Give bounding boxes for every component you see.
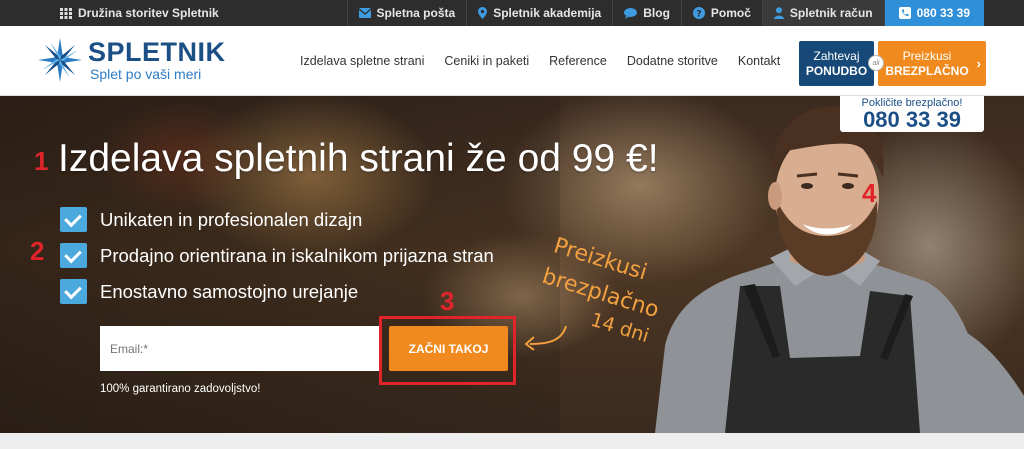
email-input[interactable] — [100, 326, 382, 371]
webmail-link[interactable]: Spletna pošta — [346, 0, 467, 26]
grid-icon — [60, 7, 72, 19]
svg-text:?: ? — [696, 10, 701, 20]
user-icon — [773, 7, 784, 19]
annotation-marker: 2 — [30, 236, 45, 266]
feature-text: Enostavno samostojno urejanje — [100, 280, 359, 302]
free-trial-button[interactable]: Preizkusi BREZPLAČNO › — [878, 41, 986, 86]
feature-item: Enostavno samostojno urejanje — [60, 279, 358, 304]
nav-item-pricing[interactable]: Ceniki in paketi — [444, 54, 529, 68]
feature-text: Prodajno orientirana in iskalnikom prija… — [100, 244, 494, 266]
service-family-label: Družina storitev Spletnik — [78, 6, 219, 20]
nav-item-contact[interactable]: Kontakt — [738, 54, 780, 68]
webmail-label: Spletna pošta — [376, 6, 456, 20]
chat-icon — [624, 7, 638, 19]
feature-item: Prodajno orientirana in iskalnikom prija… — [60, 243, 494, 268]
main-header: SPLETNIK Splet po vaši meri Izdelava spl… — [0, 26, 1024, 96]
pin-icon — [478, 7, 488, 19]
start-now-button[interactable]: ZAČNI TAKOJ — [389, 326, 508, 371]
nav-item-additional-services[interactable]: Dodatne storitve — [627, 54, 718, 68]
next-section-strip — [0, 433, 1024, 449]
chevron-right-icon: › — [976, 56, 981, 71]
free-trial-line2: BREZPLAČNO — [885, 63, 969, 78]
checkbox-check-icon — [60, 279, 87, 304]
feature-item: Unikaten in profesionalen dizajn — [60, 207, 362, 232]
checkbox-check-icon — [60, 243, 87, 268]
smiling-man-image — [655, 106, 1024, 433]
nav-item-web-design[interactable]: Izdelava spletne strani — [300, 54, 424, 68]
call-now-box[interactable]: Pokličite brezplačno! 080 33 39 — [840, 96, 984, 132]
free-trial-line1: Preizkusi — [902, 48, 952, 63]
academy-label: Spletnik akademija — [493, 6, 602, 20]
logo[interactable]: SPLETNIK Splet po vaši meri — [36, 36, 226, 84]
main-nav: Izdelava spletne strani Ceniki in paketi… — [300, 26, 780, 96]
request-offer-line1: Zahtevaj — [813, 48, 860, 63]
or-badge: ali — [868, 55, 884, 71]
question-icon: ? — [692, 7, 705, 20]
account-label: Spletnik račun — [789, 6, 873, 20]
brand-tagline: Splet po vaši meri — [90, 66, 202, 82]
help-label: Pomoč — [710, 6, 751, 20]
phone-icon — [898, 7, 911, 19]
nav-item-references[interactable]: Reference — [549, 54, 607, 68]
star-compass-icon — [38, 38, 82, 82]
help-link[interactable]: ? Pomoč — [680, 0, 762, 26]
feature-text: Unikaten in profesionalen dizajn — [100, 208, 363, 230]
envelope-icon — [358, 8, 371, 18]
annotation-marker: 1 — [34, 146, 49, 176]
annotation-marker: 4 — [862, 178, 877, 208]
guarantee-text: 100% garantirano zadovoljstvo! — [100, 383, 261, 395]
account-link[interactable]: Spletnik račun — [761, 0, 884, 26]
checkbox-check-icon — [60, 207, 87, 232]
academy-link[interactable]: Spletnik akademija — [466, 0, 612, 26]
brand-name: SPLETNIK — [88, 37, 226, 67]
annotation-marker: 3 — [440, 286, 455, 316]
call-now-number: 080 33 39 — [863, 107, 961, 132]
hero-headline: Izdelava spletnih strani že od 99 €! — [58, 137, 659, 180]
request-offer-line2: PONUDBO — [805, 63, 868, 78]
blog-label: Blog — [643, 6, 670, 20]
blog-link[interactable]: Blog — [612, 0, 681, 26]
service-family-link[interactable]: Družina storitev Spletnik — [60, 0, 219, 26]
phone-label: 080 33 39 — [916, 6, 970, 20]
hero-section: Pokličite brezplačno! 080 33 39 Izdelava… — [0, 96, 1024, 433]
request-offer-button[interactable]: Zahtevaj PONUDBO — [799, 41, 874, 86]
phone-link[interactable]: 080 33 39 — [883, 0, 984, 26]
curved-arrow-icon — [524, 325, 567, 351]
cta-group: Zahtevaj PONUDBO ali Preizkusi BREZPLAČN… — [799, 41, 986, 86]
top-bar: Družina storitev Spletnik Spletna pošta … — [0, 0, 1024, 26]
